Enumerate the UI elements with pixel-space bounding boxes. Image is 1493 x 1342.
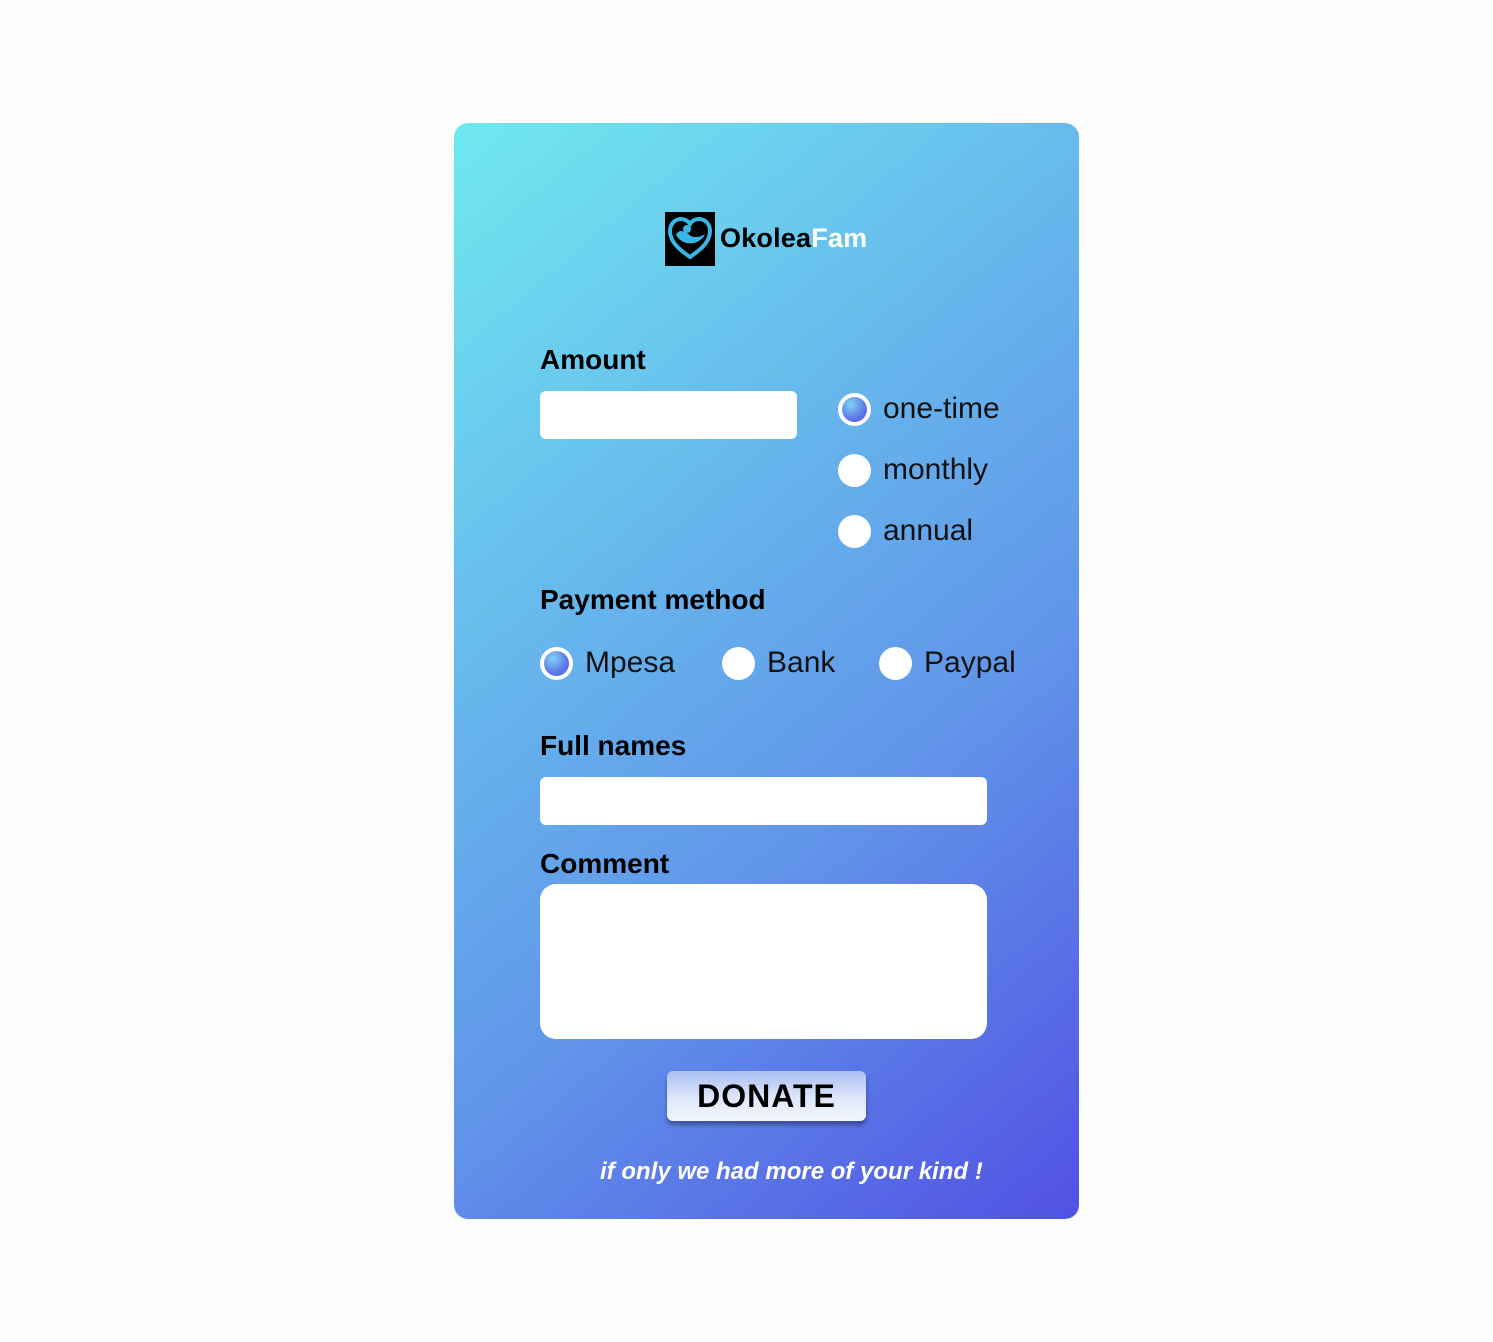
brand-name-part2: Fam: [811, 223, 868, 253]
tagline: if only we had more of your kind !: [600, 1158, 983, 1185]
payment-method-label: Payment method: [540, 584, 766, 615]
radio-bank-label: Bank: [767, 646, 836, 679]
radio-annual-dot[interactable]: [838, 514, 871, 548]
radio-annual[interactable]: annual: [838, 514, 973, 548]
radio-monthly-label: monthly: [883, 453, 989, 486]
amount-input[interactable]: [540, 391, 797, 439]
radio-one-time[interactable]: one-time: [838, 392, 1000, 426]
brand: OkoleaFam: [665, 211, 867, 266]
brand-name-part1: Okolea: [720, 223, 812, 253]
radio-mpesa-dot[interactable]: [540, 646, 573, 680]
radio-bank-dot[interactable]: [722, 646, 755, 680]
donate-button[interactable]: DONATE: [667, 1071, 866, 1121]
radio-paypal[interactable]: Paypal: [879, 646, 1016, 680]
radio-paypal-label: Paypal: [924, 646, 1016, 679]
radio-mpesa-label: Mpesa: [585, 646, 676, 679]
heart-hands-icon: [665, 211, 715, 266]
amount-label: Amount: [540, 344, 646, 375]
radio-monthly-dot[interactable]: [838, 453, 871, 487]
radio-bank[interactable]: Bank: [722, 646, 835, 680]
full-names-input[interactable]: [540, 777, 987, 825]
comment-textarea[interactable]: [540, 884, 987, 1039]
radio-monthly[interactable]: monthly: [838, 453, 988, 487]
radio-one-time-label: one-time: [883, 392, 1000, 425]
brand-name: OkoleaFam: [720, 223, 867, 254]
full-names-label: Full names: [540, 730, 687, 761]
radio-paypal-dot[interactable]: [879, 646, 912, 680]
comment-label: Comment: [540, 848, 670, 879]
radio-one-time-dot[interactable]: [838, 392, 871, 426]
radio-mpesa[interactable]: Mpesa: [540, 646, 675, 680]
radio-annual-label: annual: [883, 514, 974, 547]
